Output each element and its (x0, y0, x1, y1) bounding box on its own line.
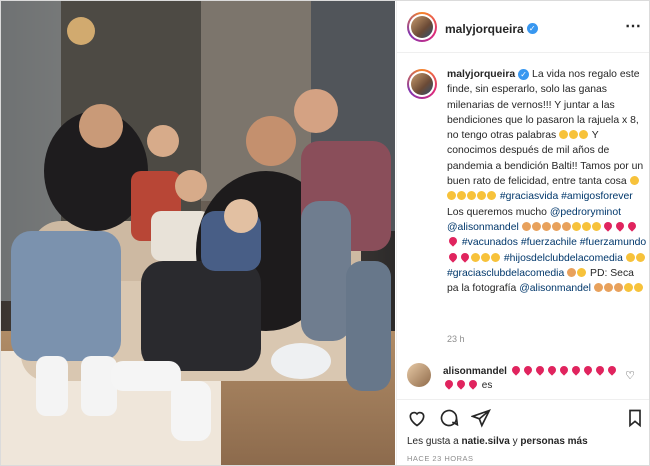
post-timestamp: HACE 23 HORAS (407, 454, 474, 463)
mention-pedrorуminot[interactable]: @pedrorуminot (550, 207, 621, 218)
family-photo (1, 1, 395, 465)
post-sidebar: malyjorqueira ✓ ⋯ malyjorqueira ✓ La vida … (396, 1, 649, 465)
emoji-icon (559, 130, 589, 141)
hashtag-fuerzamundo[interactable]: #fuerzamundo (580, 237, 646, 248)
author-username[interactable]: malyjorqueira (445, 22, 524, 36)
caption-text: malyjorqueira ✓ La vida nos regalo este f… (447, 67, 647, 296)
verified-badge-icon: ✓ (526, 23, 538, 35)
author-name-row: malyjorqueira ✓ (445, 20, 538, 38)
caption-time-ago: 23 h (447, 334, 465, 344)
heart-icon[interactable] (407, 408, 427, 428)
ellipsis-icon[interactable]: ⋯ (625, 16, 642, 36)
post-photo[interactable] (1, 1, 395, 465)
post-modal: malyjorqueira ✓ ⋯ malyjorqueira ✓ La vida … (0, 0, 650, 466)
hashtag-vacunados[interactable]: #vacunados (462, 237, 518, 248)
likes-others[interactable]: personas más (520, 436, 587, 447)
action-bar: Les gusta a natie.silva y personas más H… (397, 399, 649, 465)
author-avatar[interactable] (407, 12, 437, 42)
caption-author-avatar[interactable] (407, 69, 437, 99)
hashtag-amigosforever[interactable]: #amigosforever (561, 191, 633, 202)
emoji-icon (447, 250, 501, 264)
post-header: malyjorqueira ✓ ⋯ (397, 1, 649, 53)
likes-summary: Les gusta a natie.silva y personas más (407, 436, 588, 447)
caption-part-3: Los queremos mucho (447, 206, 547, 218)
mention-alisonmandel[interactable]: @alisonmandel (447, 222, 519, 233)
caption-verified-badge-icon: ✓ (518, 68, 530, 80)
mention-alisonmandel-2[interactable]: @alisonmandel (519, 283, 591, 294)
hashtag-fuerzachile[interactable]: #fuerzachile (521, 237, 577, 248)
bookmark-icon[interactable] (625, 408, 645, 428)
hashtag-graciasclubdelacomedia[interactable]: #graciasclubdelacomedia (447, 268, 564, 279)
caption-username[interactable]: malyjorqueira (447, 69, 515, 80)
likes-conj: y (512, 436, 518, 447)
likes-prefix: Les gusta a (407, 436, 459, 447)
comment-text: alisonmandel es (443, 364, 623, 393)
emoji-icon (593, 283, 644, 294)
share-icon[interactable] (471, 408, 491, 428)
hashtag-hijosdelclubdelacomedia[interactable]: #hijosdelclubdelacomedia (504, 253, 623, 264)
comment-suffix: es (481, 380, 493, 391)
likes-user[interactable]: natie.silva (462, 436, 510, 447)
comment-icon[interactable] (439, 408, 459, 428)
hashtag-graciasvida[interactable]: #graciasvida (500, 191, 558, 202)
comment-heart-icon[interactable]: ♡ (625, 369, 635, 382)
comment-username[interactable]: alisonmandel (443, 366, 507, 377)
emoji-icon (625, 252, 646, 264)
comment-avatar[interactable] (407, 363, 431, 387)
emoji-icon (567, 267, 587, 279)
